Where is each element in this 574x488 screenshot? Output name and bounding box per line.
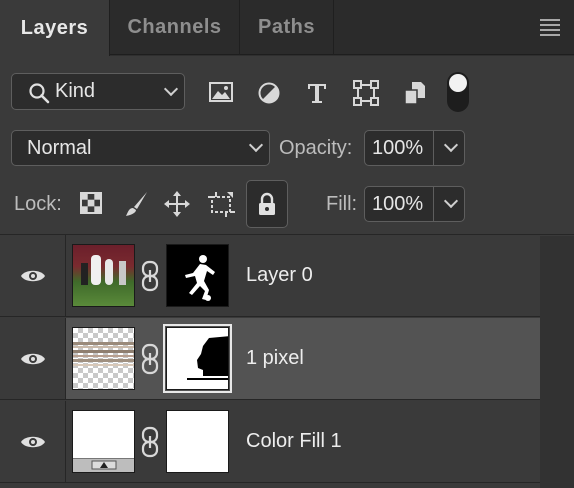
lock-transparent-pixels-icon[interactable]: [80, 192, 102, 214]
opacity-field[interactable]: 100%: [364, 130, 465, 166]
blend-mode-value: Normal: [27, 137, 92, 159]
eye-icon: [20, 270, 45, 281]
layer-name[interactable]: Layer 0: [246, 264, 313, 287]
link-icon[interactable]: [141, 343, 159, 375]
image-filter-icon[interactable]: [208, 80, 234, 104]
type-filter-icon[interactable]: [304, 79, 330, 107]
lock-icon: [259, 192, 275, 215]
layers-panel: Kind Normal Opacity: 100% Lock: Fill: 10…: [0, 56, 574, 488]
panel-tab-bar: Layers Channels Paths: [0, 0, 574, 56]
move-arrows-icon[interactable]: [163, 190, 191, 218]
chevron-down-icon: [163, 81, 179, 96]
scrollbar[interactable]: [540, 236, 574, 488]
chevron-down-icon[interactable]: [443, 137, 459, 153]
visibility-toggle[interactable]: [0, 318, 66, 399]
search-icon: [29, 83, 50, 104]
layer-name[interactable]: 1 pixel: [246, 347, 304, 370]
blend-mode-dropdown[interactable]: Normal: [11, 130, 270, 166]
layer-thumbnail: [72, 327, 135, 390]
chevron-down-icon: [248, 137, 264, 153]
lock-label: Lock:: [14, 193, 62, 215]
layer-row-1-pixel[interactable]: 1 pixel: [0, 318, 540, 400]
brush-icon[interactable]: [122, 190, 150, 218]
fill-swatch-icon: [91, 460, 117, 470]
visibility-toggle[interactable]: [0, 401, 66, 482]
lock-all-button[interactable]: [246, 180, 288, 228]
layer-thumbnail: [72, 410, 135, 473]
layer-mask-thumbnail[interactable]: [166, 244, 229, 307]
layer-row-color-fill-1[interactable]: Color Fill 1: [0, 401, 540, 483]
fill-value: 100%: [372, 193, 424, 215]
chevron-down-icon[interactable]: [443, 193, 459, 209]
layer-mask-thumbnail[interactable]: [163, 324, 232, 393]
link-icon[interactable]: [141, 426, 159, 458]
layer-row-layer-0[interactable]: Layer 0: [0, 235, 540, 317]
eye-icon: [20, 353, 45, 364]
opacity-value: 100%: [372, 137, 424, 159]
layer-mask-thumbnail[interactable]: [166, 410, 229, 473]
layer-thumbnail: [72, 244, 135, 307]
kind-filter-dropdown[interactable]: Kind: [11, 73, 185, 110]
fill-field[interactable]: 100%: [364, 186, 465, 222]
artboard-lock-icon[interactable]: [207, 190, 237, 218]
filter-toggle[interactable]: [447, 72, 469, 112]
tab-layers[interactable]: Layers: [0, 0, 110, 56]
layer-name[interactable]: Color Fill 1: [246, 430, 342, 453]
fill-label: Fill:: [326, 193, 358, 215]
eye-icon: [20, 436, 45, 447]
link-icon[interactable]: [141, 260, 159, 292]
visibility-toggle[interactable]: [0, 235, 66, 316]
smart-object-filter-icon[interactable]: [402, 79, 428, 107]
tab-channels[interactable]: Channels: [110, 0, 240, 55]
panel-menu-icon[interactable]: [540, 19, 560, 36]
tab-paths[interactable]: Paths: [240, 0, 334, 55]
kind-filter-label: Kind: [55, 80, 96, 102]
shape-filter-icon[interactable]: [352, 79, 380, 107]
opacity-label: Opacity:: [279, 137, 353, 159]
adjustment-filter-icon[interactable]: [256, 80, 282, 106]
